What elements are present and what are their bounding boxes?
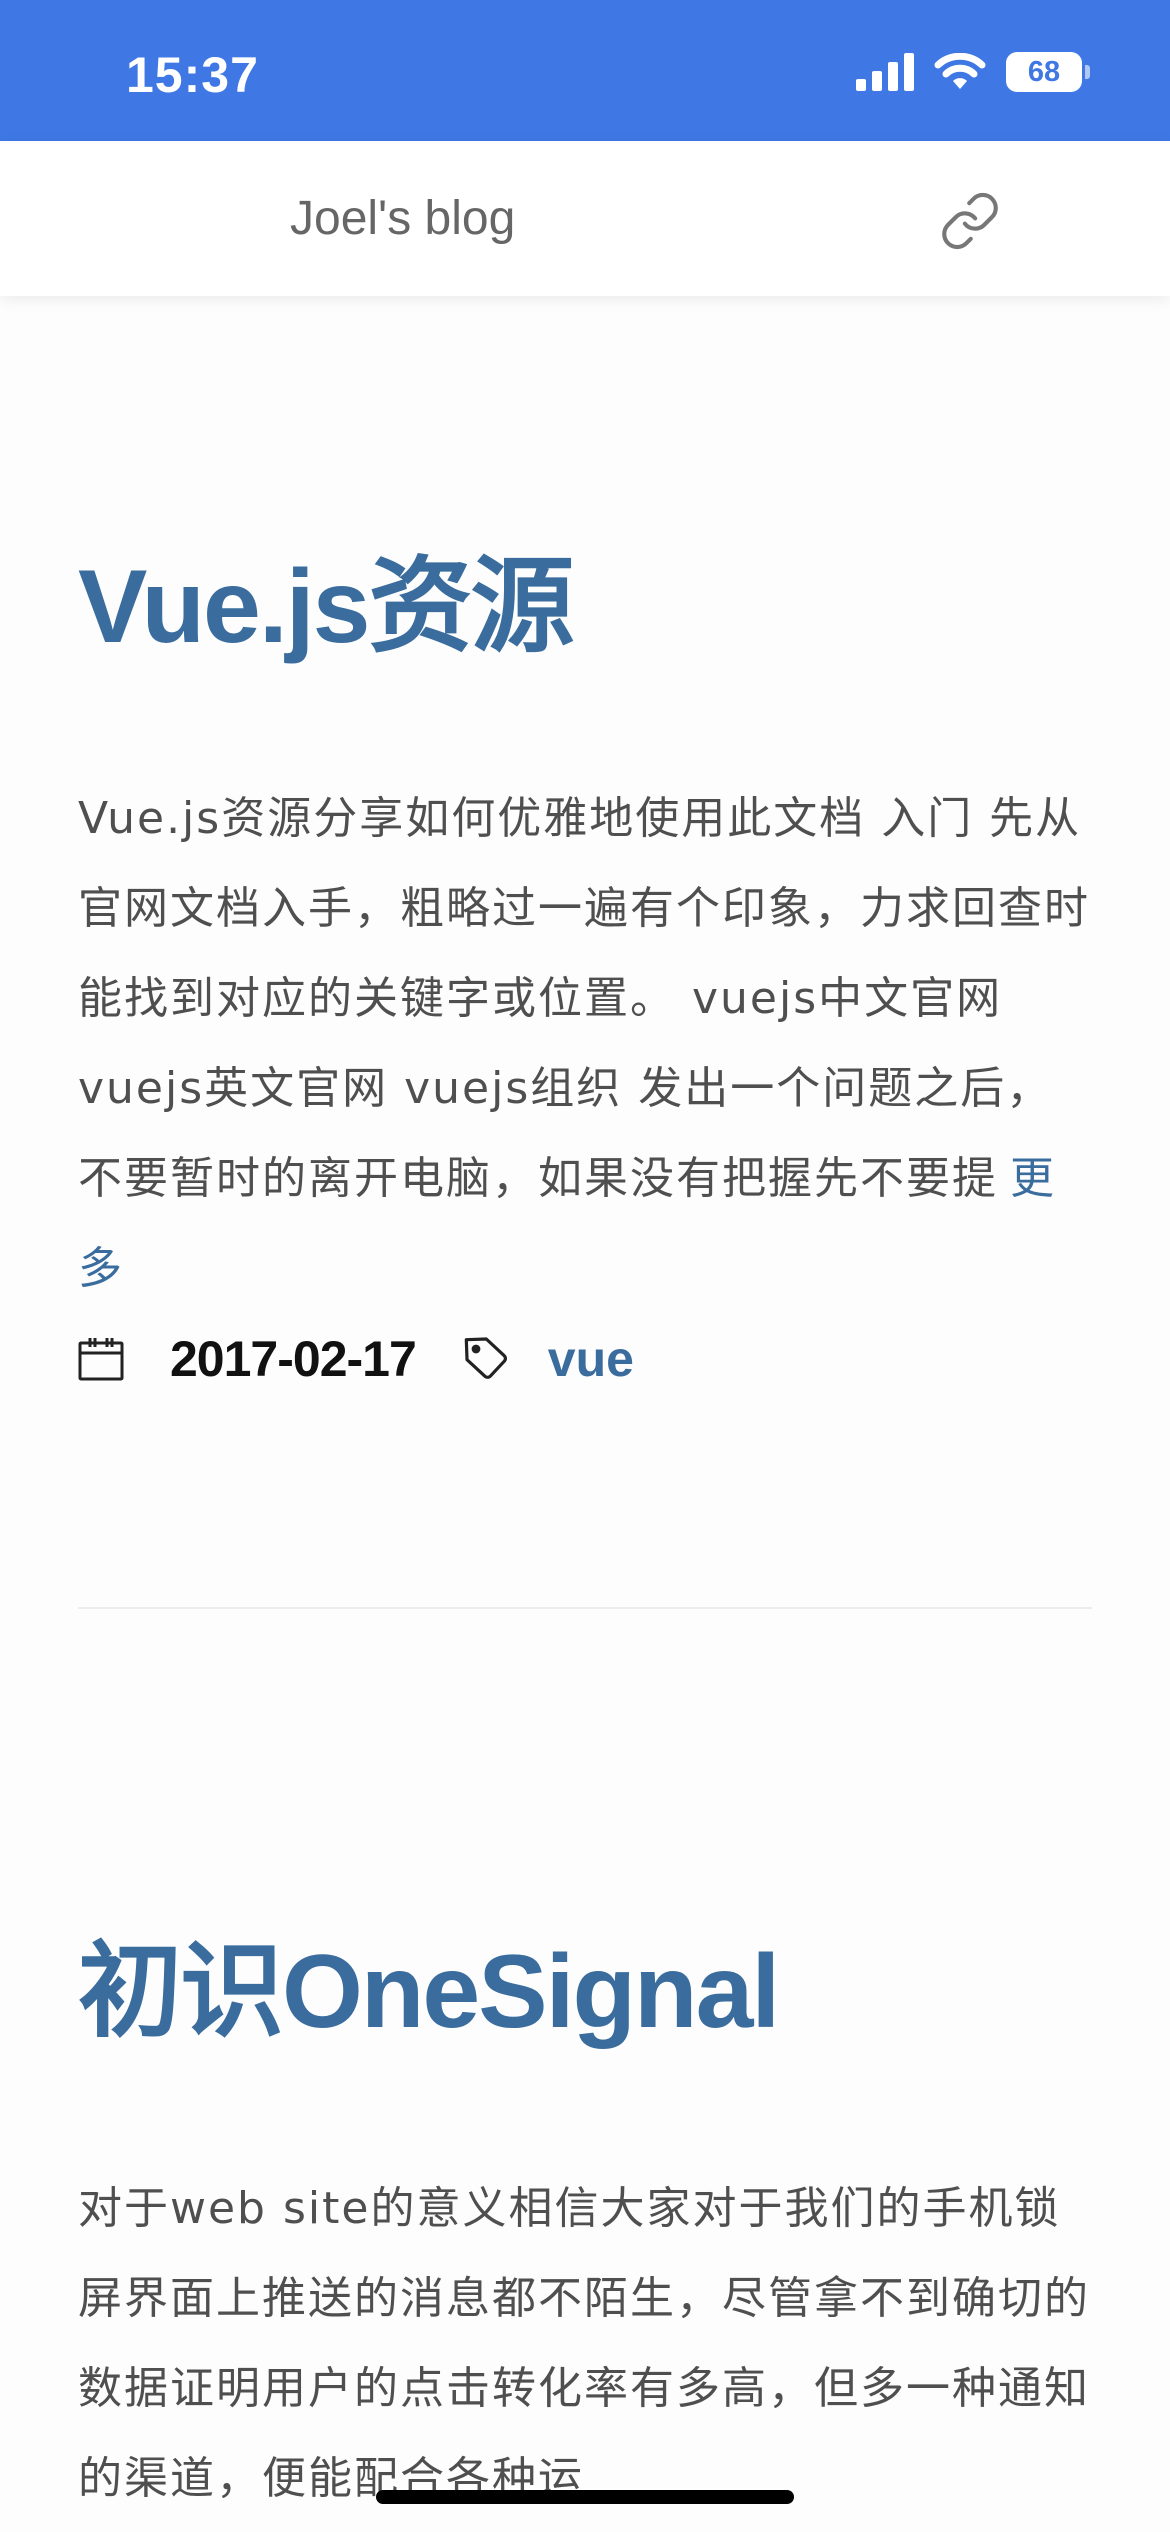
cellular-signal-icon [856, 53, 914, 91]
tag-icon [464, 1337, 507, 1379]
post-tag-link[interactable]: vue [548, 1330, 634, 1388]
post-excerpt: 对于web site的意义相信大家对于我们的手机锁屏界面上推送的消息都不陌生，尽… [78, 2164, 1092, 2524]
post-date: 2017-02-17 [170, 1331, 417, 1387]
wifi-icon [934, 53, 986, 89]
post-excerpt-text: Vue.js资源分享如何优雅地使用此文档 入门 先从官网文档入手，粗略过一遍有个… [78, 793, 1090, 1204]
battery-cap [1085, 65, 1090, 79]
battery-level: 68 [1006, 52, 1082, 92]
status-time: 15:37 [126, 47, 259, 103]
link-icon [942, 192, 998, 250]
post-title[interactable]: Vue.js资源 [78, 555, 1092, 659]
blog-brand[interactable]: Joel's blog [290, 191, 515, 246]
calendar-icon [78, 1338, 124, 1381]
status-bar: 15:37 68 [0, 0, 1170, 141]
post-card: 初识OneSignal 对于web site的意义相信大家对于我们的手机锁屏界面… [78, 1940, 1092, 2524]
post-excerpt-text: 对于web site的意义相信大家对于我们的手机锁屏界面上推送的消息都不陌生，尽… [78, 2183, 1090, 2504]
post-divider [78, 1607, 1092, 1609]
home-indicator[interactable] [376, 2490, 794, 2504]
post-meta: 2017-02-17 vue [78, 1324, 1092, 1394]
post-title[interactable]: 初识OneSignal [78, 1940, 1092, 2044]
link-button[interactable] [935, 186, 1005, 256]
status-icons: 68 [856, 52, 1090, 92]
post-excerpt: Vue.js资源分享如何优雅地使用此文档 入门 先从官网文档入手，粗略过一遍有个… [78, 774, 1092, 1314]
navbar: Joel's blog [0, 141, 1170, 296]
post-card: Vue.js资源 Vue.js资源分享如何优雅地使用此文档 入门 先从官网文档入… [78, 555, 1092, 1394]
battery-indicator: 68 [1006, 52, 1090, 92]
